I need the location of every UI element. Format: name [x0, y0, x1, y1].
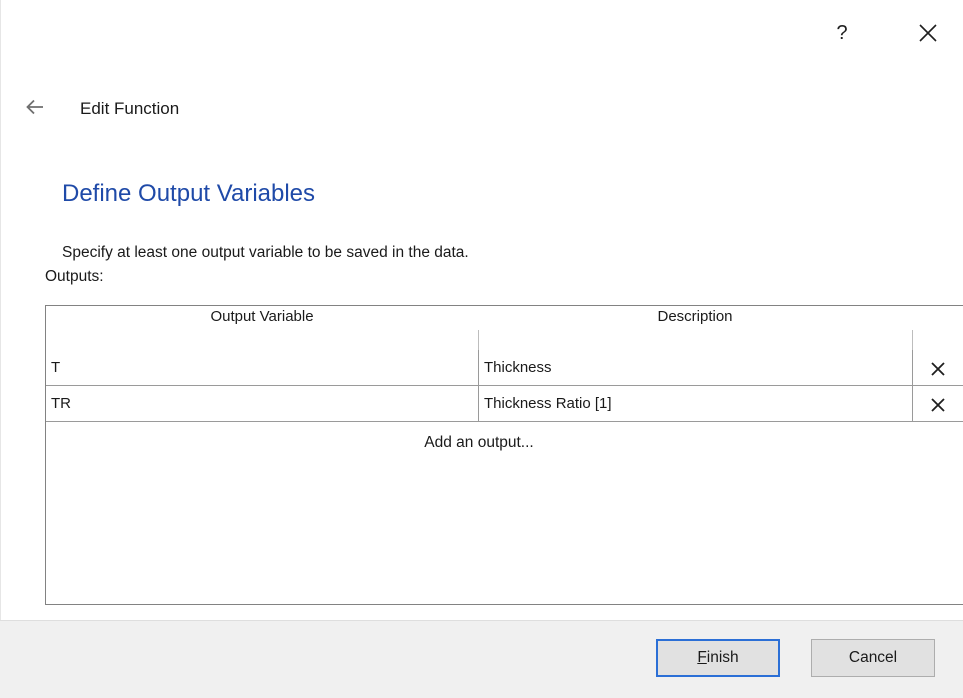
- output-variable-cell[interactable]: T: [46, 350, 478, 386]
- arrow-left-icon: [26, 99, 43, 115]
- close-icon: [931, 398, 945, 412]
- column-divider: [912, 330, 913, 350]
- close-icon: [931, 362, 945, 376]
- description-cell[interactable]: Thickness Ratio [1]: [478, 386, 912, 422]
- back-button[interactable]: [24, 96, 46, 118]
- page-heading: Define Output Variables: [62, 180, 316, 207]
- cancel-button[interactable]: Cancel: [811, 639, 935, 677]
- column-header-description[interactable]: Description: [478, 308, 912, 325]
- add-output-link[interactable]: Add an output...: [46, 434, 912, 452]
- close-icon: [919, 24, 937, 42]
- output-variable-cell[interactable]: TR: [46, 386, 478, 422]
- finish-label: inish: [706, 649, 739, 666]
- column-divider: [478, 330, 479, 350]
- close-button[interactable]: [908, 18, 948, 48]
- dialog-title: Edit Function: [80, 99, 180, 118]
- table-row[interactable]: T Thickness: [46, 350, 963, 386]
- column-header-output-variable[interactable]: Output Variable: [46, 308, 478, 325]
- outputs-table: Output Variable Description T Thickness …: [45, 305, 963, 605]
- instruction-text: Specify at least one output variable to …: [62, 244, 469, 261]
- help-button[interactable]: ?: [822, 18, 862, 48]
- dialog-footer: Finish Cancel: [0, 620, 963, 698]
- table-header: Output Variable Description: [46, 306, 963, 330]
- delete-row-button[interactable]: [912, 386, 963, 422]
- outputs-label: Outputs:: [45, 268, 104, 285]
- finish-mnemonic: F: [697, 649, 707, 666]
- edit-function-dialog: ? Edit Function Define Output Variables …: [0, 0, 963, 698]
- finish-button[interactable]: Finish: [656, 639, 780, 677]
- table-row[interactable]: TR Thickness Ratio [1]: [46, 386, 963, 422]
- description-cell[interactable]: Thickness: [478, 350, 912, 386]
- delete-row-button[interactable]: [912, 350, 963, 386]
